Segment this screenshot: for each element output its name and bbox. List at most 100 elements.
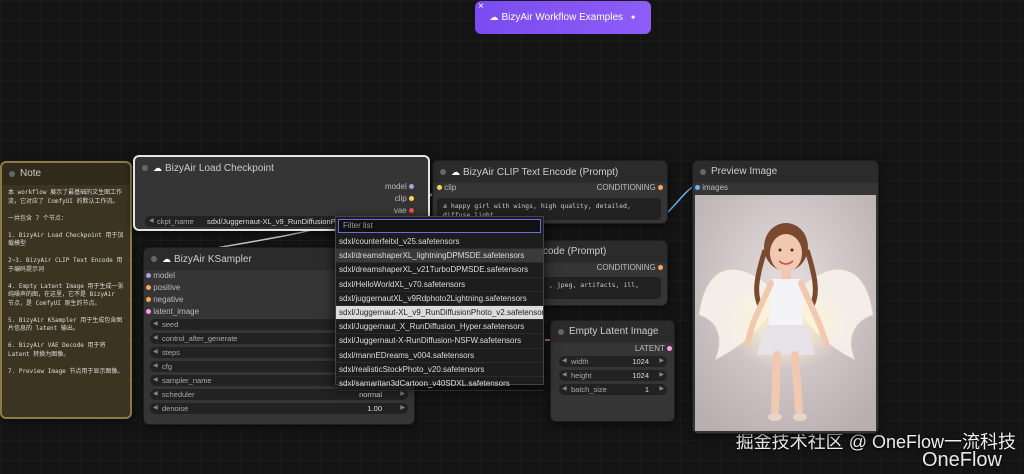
output-clip[interactable]: clip	[395, 194, 414, 203]
load-checkpoint-title: BizyAir Load Checkpoint	[165, 163, 274, 174]
model-pin[interactable]	[409, 184, 414, 189]
clip-text-encode-positive-node[interactable]: ☁ BizyAir CLIP Text Encode (Prompt) clip …	[432, 160, 668, 224]
dropdown-option[interactable]: sdxl/HelloWorldXL_v70.safetensors	[336, 278, 543, 292]
left-arrow-icon[interactable]: ◀	[153, 361, 158, 372]
output-conditioning-neg[interactable]: CONDITIONING	[597, 263, 663, 272]
input-negative[interactable]: negative	[146, 295, 183, 304]
model-input-pin[interactable]	[146, 273, 151, 278]
dropdown-option[interactable]: sdxl/dreamshaperXL_v21TurboDPMSDE.safete…	[336, 263, 543, 278]
output-model-label: model	[384, 182, 407, 191]
input-positive[interactable]: positive	[146, 283, 180, 292]
input-latent-label: latent_image	[153, 307, 200, 316]
ksampler-title: BizyAir KSampler	[174, 254, 252, 265]
input-clip[interactable]: clip	[437, 183, 456, 192]
left-arrow-icon[interactable]: ◀	[562, 356, 567, 367]
dropdown-option[interactable]: sdxl/juggernautXL_v9Rdphoto2Lightning.sa…	[336, 292, 543, 306]
batch-size-widget[interactable]: ◀ batch_size 1 ▶	[559, 384, 667, 395]
left-arrow-icon[interactable]: ◀	[562, 384, 567, 395]
scheduler-label: scheduler	[162, 390, 195, 399]
input-images[interactable]: images	[695, 183, 728, 192]
output-latent[interactable]: LATENT	[635, 344, 672, 353]
sparkle-icon: ✦	[629, 13, 637, 22]
latent-input-pin[interactable]	[146, 309, 151, 314]
denoise-widget[interactable]: ◀ denoise 1.00 ▶	[150, 403, 408, 414]
left-arrow-icon[interactable]: ◀	[153, 403, 158, 414]
denoise-value: 1.00	[367, 404, 382, 413]
left-arrow-icon[interactable]: ◀	[153, 375, 158, 386]
note-text[interactable]: 本 workflow 展示了最基础的文生图工作流，它对应了 ComfyUI 的默…	[8, 189, 124, 376]
output-conditioning-label: CONDITIONING	[596, 183, 656, 192]
right-arrow-icon[interactable]: ▶	[400, 403, 405, 414]
denoise-label: denoise	[162, 404, 189, 413]
note-node[interactable]: Note 本 workflow 展示了最基础的文生图工作流，它对应了 Comfy…	[0, 161, 132, 419]
width-value: 1024	[632, 357, 649, 366]
conditioning-pin[interactable]	[658, 185, 663, 190]
left-arrow-icon[interactable]: ◀	[153, 333, 158, 344]
clip-encode-title-bar[interactable]: ☁ BizyAir CLIP Text Encode (Prompt)	[433, 161, 667, 183]
right-arrow-icon[interactable]: ▶	[659, 384, 664, 395]
seed-label: seed	[162, 320, 179, 329]
preview-image-node[interactable]: Preview Image images	[692, 160, 879, 434]
right-arrow-icon[interactable]: ▶	[659, 370, 664, 381]
dropdown-option[interactable]: sdxl/counterfeitxl_v25.safetensors	[336, 235, 543, 250]
output-conditioning-neg-label: CONDITIONING	[596, 263, 656, 272]
input-model[interactable]: model	[146, 271, 175, 280]
clip-encode-title: BizyAir CLIP Text Encode (Prompt)	[463, 167, 619, 178]
vae-pin[interactable]	[409, 208, 414, 213]
positive-input-pin[interactable]	[146, 285, 151, 290]
collapse-dot-icon[interactable]	[9, 171, 15, 177]
collapse-dot-icon[interactable]	[151, 256, 157, 262]
clip-encode-neg-title: code (Prompt)	[543, 246, 607, 257]
input-negative-label: negative	[153, 295, 184, 304]
filter-list-input[interactable]: Filter list	[338, 219, 541, 233]
left-arrow-icon[interactable]: ◀	[153, 389, 158, 400]
sampler-name-label: sampler_name	[162, 376, 212, 385]
dropdown-option[interactable]: sdxl/samaritan3dCartoon_v40SDXL.safetens…	[336, 377, 543, 392]
workflow-examples-button[interactable]: × ☁ BizyAir Workflow Examples ✦	[475, 1, 651, 34]
clip-input-pin[interactable]	[437, 185, 442, 190]
latent-pin[interactable]	[667, 346, 672, 351]
clip-pin[interactable]	[409, 196, 414, 201]
left-arrow-icon[interactable]: ◀	[153, 319, 158, 330]
dropdown-option[interactable]: sdxl/mannEDreams_v004.safetensors	[336, 349, 543, 363]
conditioning-pin[interactable]	[658, 265, 663, 270]
dropdown-option[interactable]: sdxl/Juggernaut-X-RunDiffusion-NSFW.safe…	[336, 334, 543, 349]
dropdown-option[interactable]: sdxl/Juggernaut-XL_v9_RunDiffusionPhoto_…	[336, 305, 543, 321]
image-input-pin[interactable]	[695, 185, 700, 190]
collapse-dot-icon[interactable]	[142, 165, 148, 171]
empty-latent-image-node[interactable]: Empty Latent Image LATENT ◀ width 1024 ▶ ◀ h…	[550, 320, 675, 422]
preview-title-bar[interactable]: Preview Image	[693, 161, 878, 183]
output-conditioning[interactable]: CONDITIONING	[597, 183, 663, 192]
note-title: Note	[20, 168, 42, 179]
input-latent-image[interactable]: latent_image	[146, 307, 199, 316]
width-widget[interactable]: ◀ width 1024 ▶	[559, 356, 667, 367]
left-arrow-icon[interactable]: ◀	[153, 347, 158, 358]
load-checkpoint-title-bar[interactable]: ☁ BizyAir Load Checkpoint	[135, 157, 428, 179]
collapse-dot-icon[interactable]	[440, 169, 446, 175]
input-clip-label: clip	[444, 183, 457, 192]
empty-latent-title: Empty Latent Image	[569, 326, 659, 337]
dropdown-option[interactable]: sdxl/dreamshaperXL_lightningDPMSDE.safet…	[336, 249, 543, 264]
note-title-bar[interactable]: Note	[2, 163, 130, 185]
ckpt-name-value: sdxl/Juggernaut-XL_v9_RunDiffusionPho...	[207, 217, 351, 226]
width-label: width	[571, 357, 589, 366]
height-label: height	[571, 371, 592, 380]
cloud-icon: ☁	[162, 254, 171, 264]
close-icon[interactable]: ×	[478, 0, 484, 23]
left-arrow-icon[interactable]: ◀	[562, 370, 567, 381]
negative-input-pin[interactable]	[146, 297, 151, 302]
dropdown-option[interactable]: sdxl/Juggernaut_X_RunDiffusion_Hyper.saf…	[336, 320, 543, 335]
steps-label: steps	[162, 348, 180, 357]
height-widget[interactable]: ◀ height 1024 ▶	[559, 370, 667, 381]
output-model[interactable]: model	[385, 182, 414, 191]
ckpt-dropdown-menu[interactable]: Filter list sdxl/counterfeitxl_v25.safet…	[335, 216, 544, 392]
input-model-label: model	[153, 271, 176, 280]
collapse-dot-icon[interactable]	[700, 169, 706, 175]
output-vae[interactable]: vae	[394, 206, 414, 215]
right-arrow-icon[interactable]: ▶	[659, 356, 664, 367]
left-arrow-icon[interactable]: ◀	[149, 216, 154, 227]
empty-latent-title-bar[interactable]: Empty Latent Image	[551, 321, 674, 343]
batch-size-value: 1	[644, 385, 649, 394]
dropdown-option[interactable]: sdxl/realisticStockPhoto_v20.safetensors	[336, 363, 543, 377]
collapse-dot-icon[interactable]	[558, 329, 564, 335]
